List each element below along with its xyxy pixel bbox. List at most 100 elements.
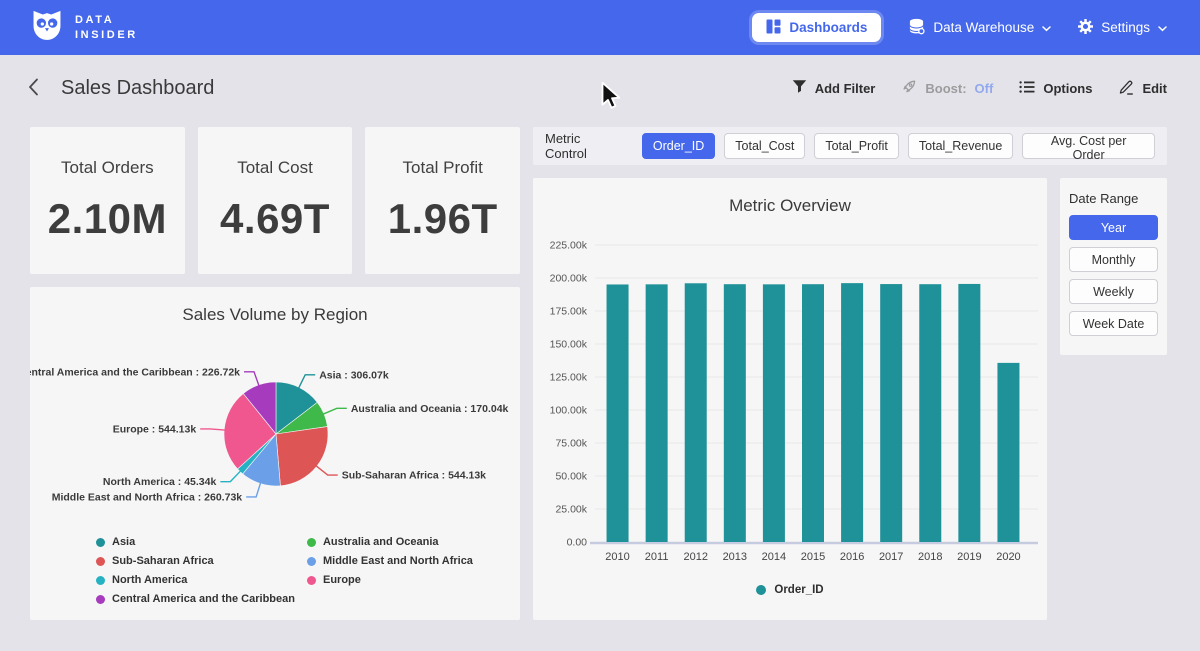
legend-column: Australia and Oceania Middle East and Nor… [307,537,473,605]
legend-item: Europe [307,575,473,586]
legend-item: Australia and Oceania [307,537,473,548]
boost-toggle[interactable]: Boost: Off [901,79,993,98]
metric-option[interactable]: Total_Profit [814,133,899,159]
date-range-options: Year Monthly Weekly Week Date [1069,215,1158,336]
brand-line2: INSIDER [75,30,138,41]
legend-dot [96,595,105,604]
owl-logo-icon [30,8,64,47]
chevron-down-icon [1158,20,1167,35]
nav-menu: Dashboards Data Warehouse [752,13,1167,42]
legend-dot [307,538,316,547]
database-icon [908,18,925,38]
add-filter-button[interactable]: Add Filter [792,79,876,97]
metric-control-bar: Metric Control Order_ID Total_Cost Total_P… [533,127,1167,165]
legend-label: Asia [112,537,135,548]
svg-text:2010: 2010 [605,551,629,563]
svg-text:100.00k: 100.00k [550,405,588,417]
data-warehouse-label: Data Warehouse [933,20,1034,35]
metric-options: Order_ID Total_Cost Total_Profit Total_Reve… [642,133,1155,159]
kpi-value: 2.10M [48,195,167,243]
svg-text:Sub-Saharan Africa : 544.13k: Sub-Saharan Africa : 544.13k [342,470,486,482]
brand-line1: DATA [75,15,138,26]
svg-text:125.00k: 125.00k [550,372,588,384]
svg-text:200.00k: 200.00k [550,273,588,285]
sub-header: Sales Dashboard Add Filter Boost: Off [0,55,1200,121]
legend-dot [307,557,316,566]
date-range-panel: Date Range Year Monthly Weekly Week Date [1060,178,1167,355]
legend-dot [96,557,105,566]
svg-text:2011: 2011 [645,551,669,563]
options-label: Options [1043,81,1092,96]
svg-text:2018: 2018 [918,551,942,563]
svg-text:2016: 2016 [840,551,864,563]
brand-logo: DATA INSIDER [30,8,138,47]
metric-option[interactable]: Total_Revenue [908,133,1013,159]
add-filter-label: Add Filter [815,81,876,96]
date-range-option[interactable]: Year [1069,215,1158,240]
dashboards-button[interactable]: Dashboards [752,13,881,42]
settings-menu[interactable]: Settings [1078,19,1167,37]
kpi-label: Total Profit [403,158,483,178]
dashboards-label: Dashboards [789,20,867,35]
options-button[interactable]: Options [1019,80,1092,97]
bar-legend-dot [756,585,766,595]
legend-item: Asia [96,537,295,548]
edit-label: Edit [1142,81,1167,96]
pie-legend: Asia Sub-Saharan Africa North America Centr… [96,537,473,605]
svg-text:Australia and Oceania : 170.04: Australia and Oceania : 170.04k [351,403,509,415]
gear-icon [1078,19,1093,37]
svg-text:150.00k: 150.00k [550,339,588,351]
svg-text:2013: 2013 [723,551,747,563]
kpi-label: Total Cost [237,158,313,178]
date-range-option[interactable]: Monthly [1069,247,1158,272]
svg-text:175.00k: 175.00k [550,306,588,318]
funnel-icon [792,79,807,97]
legend-item: Central America and the Caribbean [96,594,295,605]
back-chevron-icon [28,78,39,99]
date-range-label: Date Range [1069,191,1138,206]
pie-chart-title: Sales Volume by Region [30,287,520,325]
legend-label: Sub-Saharan Africa [112,556,214,567]
kpi-card: Total Cost 4.69T [198,127,353,274]
boost-state: Off [975,81,994,96]
legend-dot [96,576,105,585]
date-range-option[interactable]: Week Date [1069,311,1158,336]
legend-item: Middle East and North Africa [307,556,473,567]
legend-label: Australia and Oceania [323,537,439,548]
legend-label: Central America and the Caribbean [112,594,295,605]
legend-dot [96,538,105,547]
rocket-icon [901,79,917,98]
kpi-value: 1.96T [388,195,498,243]
svg-text:2015: 2015 [801,551,825,563]
svg-text:Europe : 544.13k: Europe : 544.13k [113,423,197,435]
edit-button[interactable]: Edit [1118,79,1167,98]
metric-control-label: Metric Control [545,131,626,161]
legend-label: Europe [323,575,361,586]
svg-text:25.00k: 25.00k [555,504,587,516]
top-nav: DATA INSIDER Dashboards [0,0,1200,55]
legend-column: Asia Sub-Saharan Africa North America Centr… [96,537,295,605]
back-button[interactable] [28,78,39,99]
page-title: Sales Dashboard [61,77,214,100]
svg-text:Middle East and North Africa :: Middle East and North Africa : 260.73k [52,491,243,503]
options-list-icon [1019,80,1035,97]
kpi-value: 4.69T [220,195,330,243]
metric-option[interactable]: Avg. Cost per Order [1022,133,1155,159]
metric-option[interactable]: Order_ID [642,133,715,159]
svg-text:225.00k: 225.00k [550,240,588,252]
svg-text:North America : 45.34k: North America : 45.34k [103,476,217,488]
legend-item: North America [96,575,295,586]
pencil-icon [1118,79,1134,98]
date-range-option[interactable]: Weekly [1069,279,1158,304]
svg-text:Asia : 306.07k: Asia : 306.07k [319,369,389,381]
kpi-card: Total Profit 1.96T [365,127,520,274]
svg-text:2017: 2017 [879,551,903,563]
data-warehouse-menu[interactable]: Data Warehouse [908,18,1051,38]
chevron-down-icon [1042,20,1051,35]
svg-text:2014: 2014 [762,551,786,563]
legend-label: North America [112,575,187,586]
settings-label: Settings [1101,20,1150,35]
bar-chart-title: Metric Overview [533,178,1047,216]
metric-option[interactable]: Total_Cost [724,133,805,159]
legend-dot [307,576,316,585]
